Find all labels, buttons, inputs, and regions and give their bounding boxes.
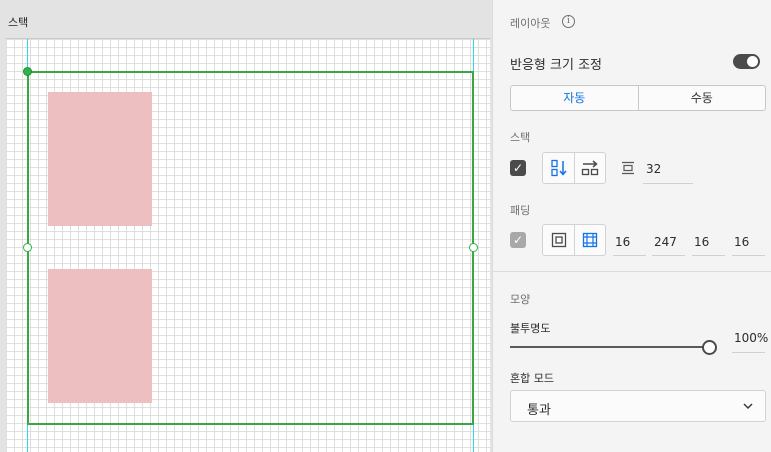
padding-uniform-icon: [551, 232, 566, 248]
blend-mode-label: 혼합 모드: [510, 372, 554, 385]
responsive-resize-label: 반응형 크기 조정: [510, 58, 602, 73]
padding-bottom-underline: [692, 255, 725, 256]
blend-mode-value: 통과: [527, 403, 551, 418]
padding-mode-group: [542, 224, 606, 256]
stack-section-label: 스택: [510, 131, 531, 144]
stack-horizontal-button[interactable]: [574, 153, 605, 183]
padding-left-underline: [732, 255, 765, 256]
blend-mode-dropdown[interactable]: 통과: [510, 390, 766, 422]
opacity-slider-track[interactable]: [510, 346, 706, 348]
resize-handle-left[interactable]: [23, 243, 32, 252]
chevron-down-icon: [743, 403, 753, 410]
padding-individual-icon: [582, 232, 598, 248]
stack-spacing-underline: [643, 183, 693, 184]
resize-mode-segmented-control: 자동 수동: [510, 85, 766, 111]
selection-handle-top-left[interactable]: [23, 67, 32, 76]
padding-top-underline: [613, 255, 646, 256]
padding-checkbox[interactable]: ✓: [510, 232, 526, 248]
padding-section-label: 패딩: [510, 204, 531, 217]
opacity-label: 불투명도: [510, 322, 551, 335]
artboard-title[interactable]: 스택: [8, 14, 28, 30]
appearance-section-label: 모양: [510, 293, 531, 306]
responsive-resize-toggle[interactable]: [733, 54, 760, 69]
rectangle-item-2[interactable]: [48, 269, 152, 403]
padding-right-underline: [652, 255, 685, 256]
padding-top-input[interactable]: 16: [615, 235, 630, 249]
horizontal-stack-icon: [581, 160, 599, 176]
padding-bottom-input[interactable]: 16: [694, 235, 709, 249]
canvas-area[interactable]: 스택: [0, 0, 492, 452]
opacity-value-input[interactable]: 100%: [734, 331, 768, 345]
section-divider: [493, 271, 771, 272]
opacity-slider-thumb[interactable]: [702, 340, 717, 355]
tab-manual[interactable]: 수동: [637, 86, 766, 110]
vertical-stack-icon: [550, 159, 567, 177]
resize-handle-right[interactable]: [469, 243, 478, 252]
tab-auto[interactable]: 자동: [511, 86, 638, 110]
layout-section-label: 레이아웃: [510, 17, 551, 30]
stack-vertical-button[interactable]: [543, 153, 574, 183]
stack-checkbox[interactable]: ✓: [510, 160, 526, 176]
info-icon[interactable]: i: [562, 15, 575, 28]
artboard[interactable]: [6, 38, 490, 452]
stack-direction-group: [542, 152, 606, 184]
padding-right-input[interactable]: 247: [654, 235, 677, 249]
spacing-icon: [622, 161, 634, 175]
rectangle-item-1[interactable]: [48, 92, 152, 226]
padding-individual-button[interactable]: [574, 225, 605, 255]
property-inspector: 레이아웃 i 반응형 크기 조정 자동 수동 스택 ✓ 32 패딩 ✓ 16 2…: [492, 0, 771, 452]
padding-left-input[interactable]: 16: [734, 235, 749, 249]
opacity-value-underline: [732, 352, 765, 353]
stack-spacing-input[interactable]: 32: [646, 162, 661, 176]
padding-uniform-button[interactable]: [543, 225, 574, 255]
